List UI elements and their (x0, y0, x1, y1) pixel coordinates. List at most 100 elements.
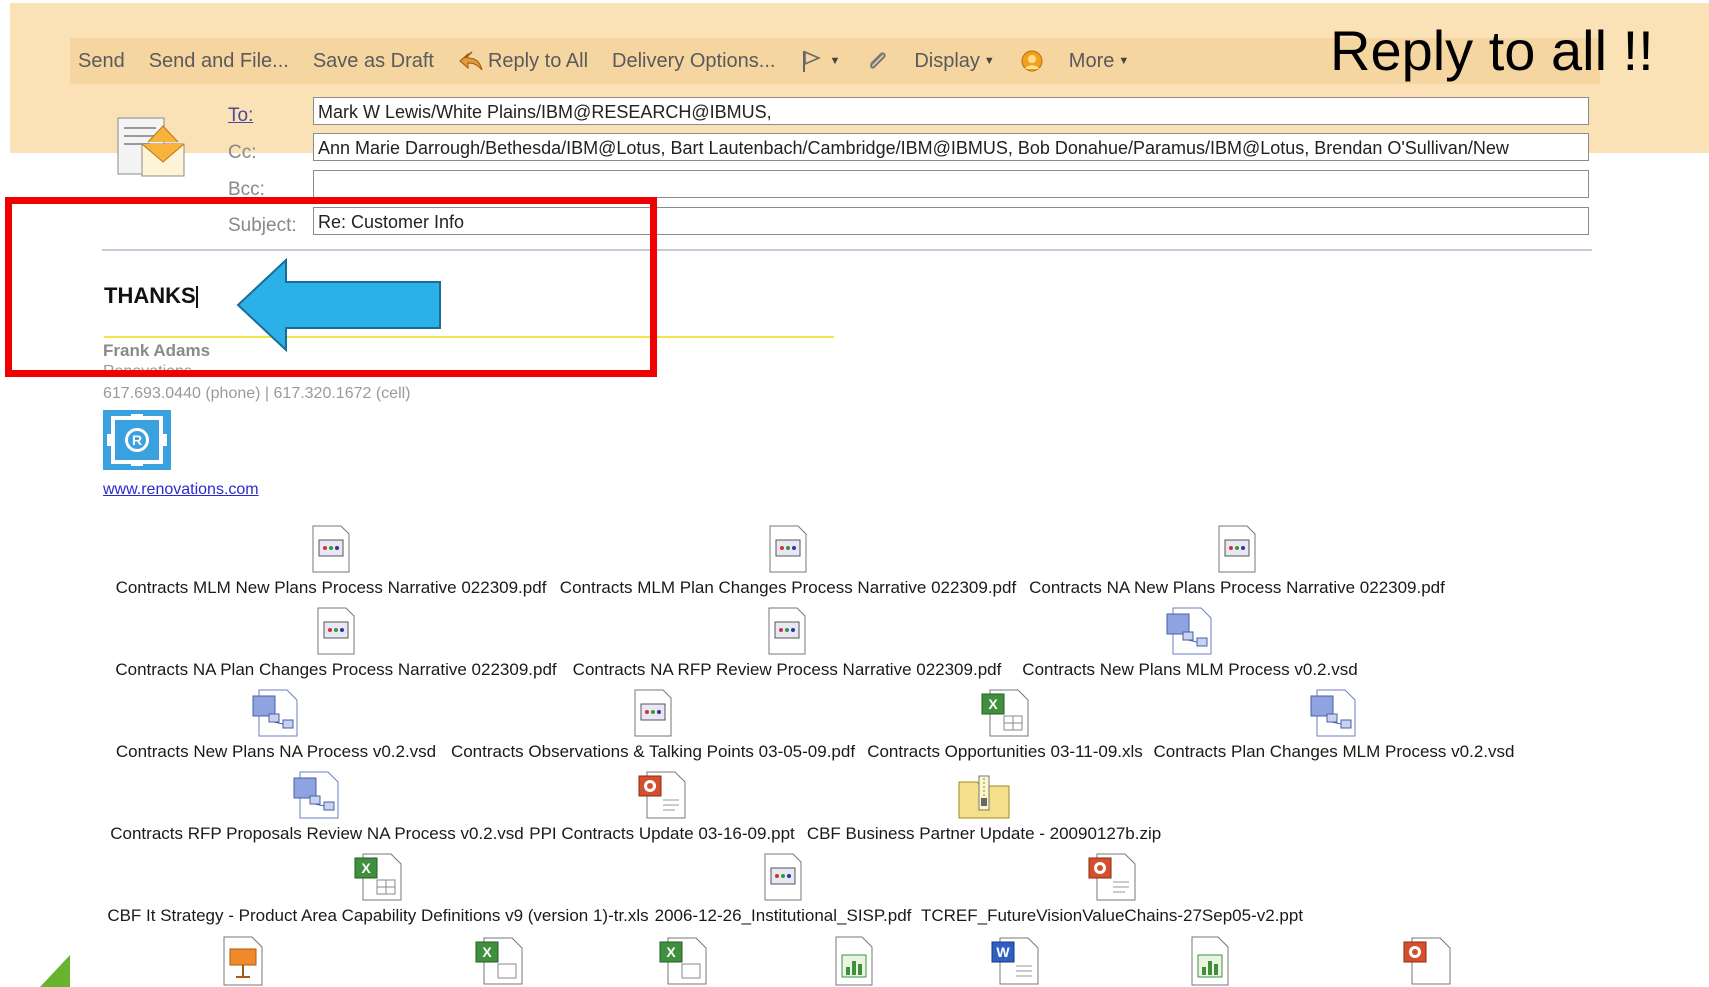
attachment-row-2: Contracts NA Plan Changes Process Narrat… (108, 604, 1370, 680)
attachment-name: Contracts New Plans MLM Process v0.2.vsd (1022, 660, 1358, 679)
reply-to-all-button[interactable]: Reply to All (450, 48, 604, 74)
svg-text:X: X (361, 860, 371, 876)
chevron-down-icon: ▼ (983, 55, 995, 67)
attachment-name: Contracts RFP Proposals Review NA Proces… (110, 824, 524, 843)
display-menu-button[interactable]: Display ▼ (906, 50, 1010, 73)
chart-icon[interactable] (1190, 935, 1230, 987)
attachment-item[interactable]: Contracts Observations & Talking Points … (444, 686, 862, 762)
attachment-name: Contracts NA Plan Changes Process Narrat… (115, 660, 557, 679)
attachment-row-6: X X W (0, 935, 1709, 987)
pdf-icon (768, 522, 808, 574)
sametime-button[interactable] (1011, 48, 1061, 74)
paperclip-icon (870, 52, 886, 69)
attachment-item[interactable]: Contracts New Plans MLM Process v0.2.vsd (1010, 604, 1370, 680)
more-menu-button[interactable]: More ▼ (1061, 50, 1145, 73)
pdf-icon (316, 604, 356, 656)
attachment-item[interactable]: TCREF_FutureVisionValueChains-27Sep05-v2… (918, 850, 1306, 926)
attachment-name: CBF It Strategy - Product Area Capabilit… (107, 906, 649, 925)
attachment-name: PPI Contracts Update 03-16-09.ppt (529, 824, 795, 843)
attachment-row-4: Contracts RFP Proposals Review NA Proces… (108, 768, 1170, 844)
attachment-name: Contracts NA New Plans Process Narrative… (1029, 578, 1445, 597)
slide-corner-decoration (40, 955, 70, 987)
attachment-item[interactable]: 2006-12-26_Institutional_SISP.pdf (648, 850, 918, 926)
company-logo: R (103, 410, 171, 470)
callout-arrow-left-icon (236, 257, 441, 353)
pdf-icon (633, 686, 673, 738)
chevron-down-icon: ▼ (1118, 55, 1130, 67)
pdf-icon (1217, 522, 1257, 574)
visio-icon (1165, 604, 1215, 656)
attachment-item[interactable]: Contracts NA RFP Review Process Narrativ… (564, 604, 1010, 680)
svg-text:W: W (996, 944, 1010, 960)
cc-field[interactable]: Ann Marie Darrough/Bethesda/IBM@Lotus, B… (313, 133, 1589, 161)
attachment-name: TCREF_FutureVisionValueChains-27Sep05-v2… (920, 906, 1304, 925)
signature-phone: 617.693.0440 (phone) | 617.320.1672 (cel… (103, 385, 411, 402)
excel-icon[interactable]: X (474, 935, 524, 987)
ppt-icon[interactable] (1402, 935, 1452, 987)
ppt-icon (1087, 850, 1137, 902)
attachment-item[interactable]: CBF Business Partner Update - 20090127b.… (798, 768, 1170, 844)
attachment-row-5: X CBF It Strategy - Product Area Capabili… (107, 850, 1306, 926)
reply-all-icon (459, 51, 483, 71)
attachment-name: Contracts New Plans NA Process v0.2.vsd (115, 742, 437, 761)
attachment-item[interactable]: Contracts NA Plan Changes Process Narrat… (108, 604, 564, 680)
attachment-item[interactable]: X CBF It Strategy - Product Area Capabili… (107, 850, 649, 926)
send-label: Send (78, 49, 125, 72)
attachment-name: Contracts MLM Plan Changes Process Narra… (559, 578, 1017, 597)
to-label[interactable]: To: (228, 105, 253, 127)
to-field[interactable]: Mark W Lewis/White Plains/IBM@RESEARCH@I… (313, 97, 1589, 125)
attachment-item[interactable]: Contracts Plan Changes MLM Process v0.2.… (1148, 686, 1520, 762)
attachment-name: CBF Business Partner Update - 20090127b.… (806, 824, 1162, 843)
reply-to-all-label: Reply to All (487, 49, 589, 72)
attachment-name: 2006-12-26_Institutional_SISP.pdf (654, 906, 912, 925)
send-and-file-button[interactable]: Send and File... (141, 50, 305, 73)
attachment-item[interactable]: Contracts MLM New Plans Process Narrativ… (108, 522, 554, 598)
attachment-name: Contracts Observations & Talking Points … (450, 742, 856, 761)
attachment-name: Contracts Plan Changes MLM Process v0.2.… (1153, 742, 1515, 761)
visio-icon (251, 686, 301, 738)
chevron-down-icon: ▼ (829, 55, 841, 67)
svg-text:X: X (482, 944, 492, 960)
pdf-icon (763, 850, 803, 902)
attachment-item[interactable]: Contracts NA New Plans Process Narrative… (1022, 522, 1452, 598)
attachment-item[interactable]: PPI Contracts Update 03-16-09.ppt (526, 768, 798, 844)
zip-icon (957, 768, 1011, 820)
pdf-icon (311, 522, 351, 574)
excel-icon: X (980, 686, 1030, 738)
visio-icon (292, 768, 342, 820)
attachment-row-3: Contracts New Plans NA Process v0.2.vsd … (108, 686, 1520, 762)
attachment-name: Contracts Opportunities 03-11-09.xls (867, 742, 1143, 761)
attachment-item[interactable]: Contracts MLM Plan Changes Process Narra… (554, 522, 1022, 598)
save-as-draft-button[interactable]: Save as Draft (305, 50, 450, 73)
delivery-options-label: Delivery Options... (612, 49, 776, 72)
reply-to-all-callout: Reply to all !! (1330, 19, 1654, 82)
memo-envelope-icon (117, 117, 185, 177)
display-label: Display (914, 49, 980, 72)
delivery-options-button[interactable]: Delivery Options... (604, 50, 791, 73)
more-label: More (1068, 49, 1115, 72)
excel-icon: X (353, 850, 403, 902)
visio-icon (1309, 686, 1359, 738)
attachment-item[interactable]: Contracts RFP Proposals Review NA Proces… (108, 768, 526, 844)
attachment-row-1: Contracts MLM New Plans Process Narrativ… (108, 522, 1452, 598)
attachment-item[interactable]: Contracts New Plans NA Process v0.2.vsd (108, 686, 444, 762)
excel-icon[interactable]: X (658, 935, 708, 987)
attachment-name: Contracts MLM New Plans Process Narrativ… (115, 578, 547, 597)
svg-text:X: X (988, 696, 998, 712)
chart-icon[interactable] (834, 935, 874, 987)
signature-website-link[interactable]: www.renovations.com (103, 481, 259, 499)
sametime-icon (1021, 50, 1043, 72)
presentation-icon[interactable] (222, 935, 266, 987)
word-icon[interactable]: W (990, 935, 1040, 987)
attach-button[interactable] (856, 48, 906, 74)
follow-up-flag-button[interactable]: ▼ (791, 48, 856, 74)
send-and-file-label: Send and File... (148, 49, 289, 72)
ppt-icon (637, 768, 687, 820)
cc-label: Cc: (228, 142, 257, 163)
attachment-name: Contracts NA RFP Review Process Narrativ… (572, 660, 1002, 679)
save-as-draft-label: Save as Draft (312, 49, 434, 72)
svg-text:X: X (666, 944, 676, 960)
attachment-item[interactable]: X Contracts Opportunities 03-11-09.xls (862, 686, 1148, 762)
bcc-field[interactable] (313, 170, 1589, 198)
send-button[interactable]: Send (70, 50, 141, 73)
